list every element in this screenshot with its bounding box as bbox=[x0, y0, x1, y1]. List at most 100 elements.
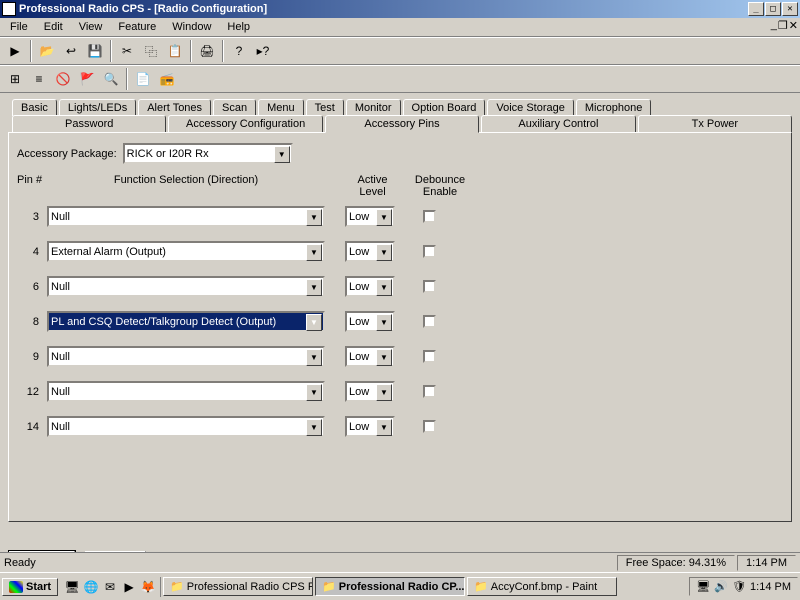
taskbar-task[interactable]: 📁Professional Radio CPS R... bbox=[163, 577, 313, 596]
header-debounce: Debounce Enable bbox=[410, 174, 470, 198]
tool-copy-icon[interactable]: ⿻ bbox=[140, 40, 162, 62]
tab-alert[interactable]: Alert Tones bbox=[138, 99, 211, 116]
tab-test[interactable]: Test bbox=[306, 99, 344, 116]
debounce-checkbox[interactable] bbox=[423, 420, 436, 433]
level-dropdown[interactable]: Low▼ bbox=[345, 276, 395, 297]
debounce-checkbox[interactable] bbox=[423, 315, 436, 328]
mdi-minimize-button[interactable]: _ bbox=[771, 19, 777, 32]
tool-list-icon[interactable]: ≡ bbox=[28, 68, 50, 90]
chevron-down-icon: ▼ bbox=[376, 314, 392, 331]
ql-desktop-icon[interactable]: 🖥 bbox=[63, 577, 81, 597]
tool-open-icon[interactable]: 📂 bbox=[36, 40, 58, 62]
tab-accy-pins[interactable]: Accessory Pins bbox=[325, 115, 479, 133]
maximize-button[interactable]: □ bbox=[765, 2, 781, 16]
function-value: External Alarm (Output) bbox=[51, 246, 166, 258]
tool-tree-icon[interactable]: ⊞ bbox=[4, 68, 26, 90]
pin-row: 3Null▼Low▼ bbox=[17, 206, 783, 227]
toolbar-2: ⊞ ≡ 🚫 🚩 🔍 📄 📻 bbox=[0, 65, 800, 93]
status-bar: Ready Free Space: 94.31% 1:14 PM bbox=[0, 552, 800, 572]
tool-doc-icon[interactable]: 📄 bbox=[132, 68, 154, 90]
tool-save-icon[interactable]: 💾 bbox=[84, 40, 106, 62]
pin-row: 12Null▼Low▼ bbox=[17, 381, 783, 402]
ql-ie-icon[interactable]: 🌐 bbox=[82, 577, 100, 597]
mdi-close-button[interactable]: ✕ bbox=[789, 19, 798, 32]
tab-txpower[interactable]: Tx Power bbox=[638, 115, 792, 132]
level-dropdown[interactable]: Low▼ bbox=[345, 311, 395, 332]
tab-accy-config[interactable]: Accessory Configuration bbox=[168, 115, 322, 132]
minimize-button[interactable]: _ bbox=[748, 2, 764, 16]
menu-file[interactable]: File bbox=[2, 19, 36, 35]
tool-flag-icon[interactable]: 🚩 bbox=[76, 68, 98, 90]
toolbar-1: ▶ 📂 ↩ 💾 ✂ ⿻ 📋 🖨 ? ▸? bbox=[0, 37, 800, 65]
close-window-button[interactable]: ✕ bbox=[782, 2, 798, 16]
level-dropdown[interactable]: Low▼ bbox=[345, 381, 395, 402]
menu-view[interactable]: View bbox=[71, 19, 111, 35]
function-dropdown[interactable]: PL and CSQ Detect/Talkgroup Detect (Outp… bbox=[47, 311, 325, 332]
level-dropdown[interactable]: Low▼ bbox=[345, 206, 395, 227]
chevron-down-icon: ▼ bbox=[306, 349, 322, 366]
level-dropdown[interactable]: Low▼ bbox=[345, 346, 395, 367]
tab-password[interactable]: Password bbox=[12, 115, 166, 132]
level-dropdown[interactable]: Low▼ bbox=[345, 416, 395, 437]
column-headers: Pin # Function Selection (Direction) Act… bbox=[17, 174, 783, 198]
start-button[interactable]: Start bbox=[2, 578, 58, 596]
debounce-checkbox[interactable] bbox=[423, 385, 436, 398]
tool-zoom-icon[interactable]: 🔍 bbox=[100, 68, 122, 90]
tray-shield-icon[interactable]: 🛡 bbox=[732, 580, 746, 593]
taskbar-task[interactable]: 📁AccyConf.bmp - Paint bbox=[467, 577, 617, 596]
debounce-checkbox[interactable] bbox=[423, 245, 436, 258]
accessory-package-dropdown[interactable]: RICK or I20R Rx ▼ bbox=[123, 143, 293, 164]
level-value: Low bbox=[349, 246, 369, 258]
header-pin: Pin # bbox=[17, 174, 47, 198]
menu-window[interactable]: Window bbox=[164, 19, 219, 35]
tab-basic[interactable]: Basic bbox=[12, 99, 57, 116]
tab-monitor[interactable]: Monitor bbox=[346, 99, 401, 116]
function-dropdown[interactable]: Null▼ bbox=[47, 416, 325, 437]
level-dropdown[interactable]: Low▼ bbox=[345, 241, 395, 262]
system-tray[interactable]: 🖥 🔊 🛡 1:14 PM bbox=[689, 577, 798, 596]
tool-cut-icon[interactable]: ✂ bbox=[116, 40, 138, 62]
tool-print-icon[interactable]: 🖨 bbox=[196, 40, 218, 62]
status-free-space: Free Space: 94.31% bbox=[617, 555, 735, 571]
function-dropdown[interactable]: Null▼ bbox=[47, 276, 325, 297]
debounce-checkbox[interactable] bbox=[423, 280, 436, 293]
tab-voice[interactable]: Voice Storage bbox=[487, 99, 574, 116]
function-dropdown[interactable]: Null▼ bbox=[47, 381, 325, 402]
tab-aux[interactable]: Auxiliary Control bbox=[481, 115, 635, 132]
debounce-checkbox[interactable] bbox=[423, 210, 436, 223]
tab-lights[interactable]: Lights/LEDs bbox=[59, 99, 136, 116]
tab-scan[interactable]: Scan bbox=[213, 99, 256, 116]
tab-panel: Accessory Package: RICK or I20R Rx ▼ Pin… bbox=[8, 132, 792, 522]
debounce-checkbox[interactable] bbox=[423, 350, 436, 363]
tab-menu[interactable]: Menu bbox=[258, 99, 304, 116]
app-icon bbox=[2, 2, 16, 16]
tab-option[interactable]: Option Board bbox=[403, 99, 486, 116]
tab-mic[interactable]: Microphone bbox=[576, 99, 651, 116]
ql-media-icon[interactable]: ▶ bbox=[120, 577, 138, 597]
menu-edit[interactable]: Edit bbox=[36, 19, 71, 35]
tool-whatsthis-icon[interactable]: ▸? bbox=[252, 40, 274, 62]
pin-number: 4 bbox=[17, 246, 47, 258]
tool-back-icon[interactable]: ↩ bbox=[60, 40, 82, 62]
mdi-restore-button[interactable]: ❐ bbox=[778, 19, 788, 32]
ql-firefox-icon[interactable]: 🦊 bbox=[139, 577, 157, 597]
menu-feature[interactable]: Feature bbox=[110, 19, 164, 35]
tool-block-icon[interactable]: 🚫 bbox=[52, 68, 74, 90]
taskbar-task[interactable]: 📁Professional Radio CP... bbox=[315, 577, 465, 596]
pin-number: 8 bbox=[17, 316, 47, 328]
tool-paste-icon[interactable]: 📋 bbox=[164, 40, 186, 62]
function-dropdown[interactable]: Null▼ bbox=[47, 206, 325, 227]
ql-outlook-icon[interactable]: ✉ bbox=[101, 577, 119, 597]
tool-help-icon[interactable]: ? bbox=[228, 40, 250, 62]
tool-device-icon[interactable]: 📻 bbox=[156, 68, 178, 90]
tray-volume-icon[interactable]: 🔊 bbox=[714, 580, 728, 593]
task-icon: 📁 bbox=[322, 580, 336, 593]
tab-row-1: Basic Lights/LEDs Alert Tones Scan Menu … bbox=[12, 99, 792, 116]
tool-wizard-icon[interactable]: ▶ bbox=[4, 40, 26, 62]
tray-monitor-icon[interactable]: 🖥 bbox=[696, 580, 710, 593]
level-value: Low bbox=[349, 281, 369, 293]
function-dropdown[interactable]: External Alarm (Output)▼ bbox=[47, 241, 325, 262]
menu-help[interactable]: Help bbox=[219, 19, 258, 35]
function-dropdown[interactable]: Null▼ bbox=[47, 346, 325, 367]
function-value: Null bbox=[51, 421, 70, 433]
